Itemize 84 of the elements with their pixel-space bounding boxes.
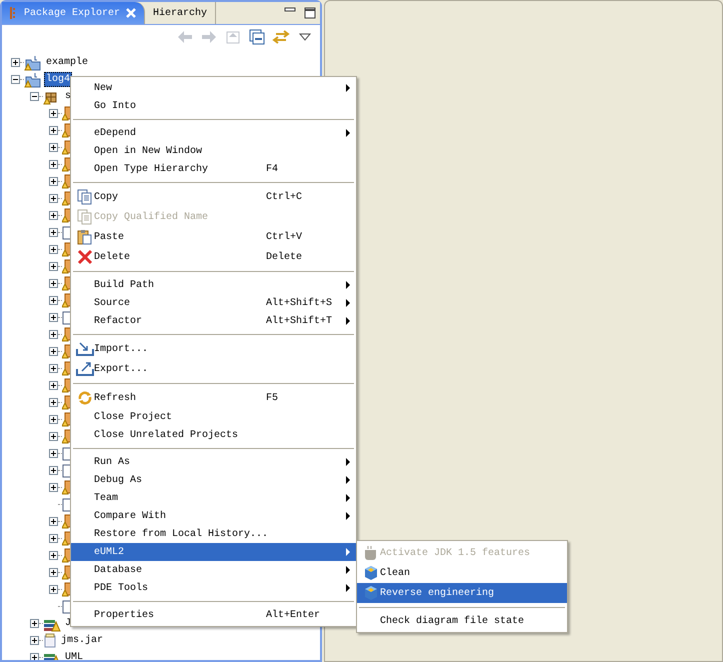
expand-toggle-icon[interactable] [49,398,58,407]
expand-toggle-icon[interactable] [49,381,58,390]
expand-toggle-icon[interactable] [30,653,39,660]
expand-toggle-icon[interactable] [49,279,58,288]
menu-item[interactable]: Open Type Hierarchy F4 [71,160,356,178]
tree-item-label[interactable]: jms.jar [59,633,106,648]
expand-toggle-icon[interactable] [49,313,58,322]
menu-item[interactable]: Clean [357,563,567,583]
menu-item[interactable]: New [71,79,356,97]
menu-item[interactable]: Properties Alt+Enter [71,606,356,624]
menu-item[interactable]: Import... [71,339,356,359]
menu-item[interactable]: Check diagram file state [357,612,567,630]
menu-item[interactable]: Compare With [71,507,356,525]
import-icon [76,341,94,357]
expand-toggle-icon[interactable] [49,551,58,560]
expand-toggle-icon[interactable] [49,262,58,271]
menu-item[interactable]: Delete Delete [71,247,356,267]
expand-toggle-icon[interactable] [11,58,20,67]
expand-toggle-icon[interactable] [49,126,58,135]
tree-item-label[interactable]: J [63,616,74,631]
menu-item[interactable]: Close Project [71,408,356,426]
menu-item[interactable]: Database [71,561,356,579]
export-icon [76,361,94,377]
project-folder-icon [24,72,42,88]
collapse-all-icon[interactable] [248,29,266,45]
expand-toggle-icon[interactable] [49,160,58,169]
expand-toggle-icon[interactable] [49,466,58,475]
cube-icon [362,585,378,601]
menu-item[interactable]: Build Path [71,276,356,294]
menu-item[interactable]: Run As [71,453,356,471]
copy-icon [76,209,92,225]
expand-toggle-icon[interactable] [49,449,58,458]
menu-item[interactable]: Refresh F5 [71,388,356,408]
expand-toggle-icon[interactable] [49,364,58,373]
menu-item[interactable]: eUML2 [71,543,356,561]
menu-item[interactable]: Team [71,489,356,507]
tree-item-label[interactable]: UML [63,650,86,660]
jar-icon [43,632,57,648]
menu-item[interactable]: Debug As [71,471,356,489]
tree-item-label[interactable]: log4 [44,72,72,87]
cube-icon [362,565,378,581]
expand-toggle-icon[interactable] [49,177,58,186]
maximize-icon[interactable] [304,7,316,19]
expand-toggle-icon[interactable] [49,143,58,152]
tree-item-label[interactable]: example [44,55,90,70]
menu-item[interactable]: eDepend [71,124,356,142]
menu-item[interactable]: Reverse engineering [357,583,567,603]
expand-toggle-icon[interactable] [49,330,58,339]
menu-item[interactable]: Close Unrelated Projects [71,426,356,444]
refresh-icon [76,390,92,406]
tree-item-label[interactable]: s [63,89,74,104]
menu-item[interactable]: Paste Ctrl+V [71,227,356,247]
expand-toggle-icon[interactable] [49,109,58,118]
expand-toggle-icon[interactable] [49,534,58,543]
menu-item[interactable]: Open in New Window [71,142,356,160]
menu-item[interactable]: Refactor Alt+Shift+T [71,312,356,330]
menu-item[interactable]: Go Into [71,97,356,115]
menu-item[interactable]: Restore from Local History... [71,525,356,543]
delete-icon [76,249,92,265]
expand-toggle-icon[interactable] [30,636,39,645]
project-folder-icon [24,54,42,70]
copy-icon [76,189,92,205]
expand-toggle-icon[interactable] [49,517,58,526]
expand-toggle-icon[interactable] [49,211,58,220]
menu-item[interactable]: Source Alt+Shift+S [71,294,356,312]
expand-toggle-icon[interactable] [49,194,58,203]
expand-toggle-icon[interactable] [49,585,58,594]
expand-toggle-icon[interactable] [49,296,58,305]
clipboard-icon [76,229,92,245]
expand-toggle-icon[interactable] [49,347,58,356]
expand-toggle-icon[interactable] [49,245,58,254]
menu-item[interactable]: PDE Tools [71,579,356,597]
expand-toggle-icon[interactable] [49,432,58,441]
grid-icon [10,7,18,19]
expand-toggle-icon[interactable] [49,415,58,424]
expand-toggle-icon[interactable] [30,619,39,628]
collapse-toggle-icon[interactable] [11,75,20,84]
expand-toggle-icon[interactable] [49,483,58,492]
menu-item[interactable]: Export... [71,359,356,379]
expand-toggle-icon[interactable] [49,228,58,237]
close-icon[interactable] [126,8,136,18]
menu-item[interactable]: Copy Ctrl+C [71,187,356,207]
expand-toggle-icon[interactable] [49,568,58,577]
collapse-toggle-icon[interactable] [30,92,39,101]
